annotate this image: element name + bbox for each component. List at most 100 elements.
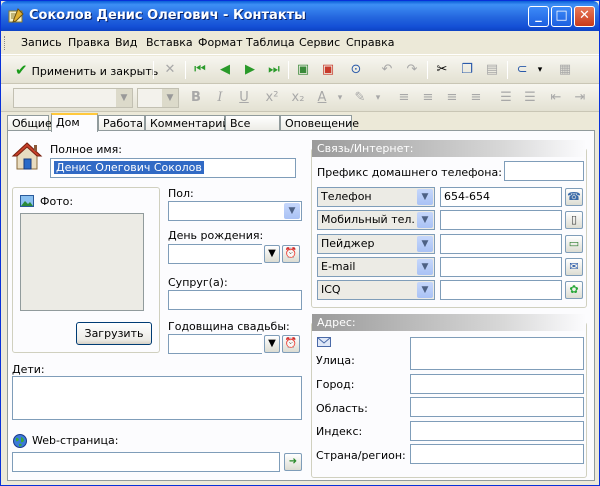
title-bar[interactable]: Соколов Денис Олегович - Контакты _ □ ✕ (1, 1, 599, 31)
menu-item-help[interactable]: Справка (346, 36, 394, 49)
email-field[interactable] (440, 257, 562, 277)
toolbar-separator (153, 61, 154, 79)
alarm-clock-icon: ⏰ (284, 248, 298, 259)
country-field[interactable] (410, 444, 584, 464)
picture-icon (20, 195, 34, 207)
highlight-icon[interactable]: ✎ (351, 89, 369, 107)
subscript-icon[interactable]: x₂ (289, 89, 307, 107)
comm-type-select-3[interactable]: Пейджер ▼ (317, 234, 435, 254)
last-record-icon[interactable]: ⏭ (265, 61, 283, 79)
align-right-icon[interactable]: ≡ (443, 89, 461, 107)
cut-icon[interactable]: ✂ (433, 61, 451, 79)
birthday-dropdown-button[interactable]: ▼ (264, 245, 280, 263)
undo-icon[interactable]: ↶ (378, 61, 396, 79)
decrease-indent-icon[interactable]: ⇤ (547, 89, 565, 107)
align-left-icon[interactable]: ≡ (395, 89, 413, 107)
street-field[interactable] (410, 337, 584, 370)
paste-icon[interactable]: ▤ (483, 61, 501, 79)
align-center-icon[interactable]: ≡ (419, 89, 437, 107)
load-photo-button[interactable]: Загрузить (76, 322, 152, 345)
chevron-down-icon[interactable]: ▾ (369, 89, 387, 107)
spouse-field[interactable] (168, 290, 302, 310)
menu-item-edit[interactable]: Правка (68, 36, 110, 49)
open-webpage-button[interactable]: ➜ (284, 453, 302, 471)
gender-select[interactable]: ▼ (168, 201, 302, 221)
bullet-list-icon[interactable]: ☰ (497, 89, 515, 107)
font-color-icon[interactable]: A (313, 89, 331, 107)
chevron-down-icon[interactable]: ▾ (331, 89, 349, 107)
webpage-field[interactable] (12, 452, 280, 472)
increase-indent-icon[interactable]: ⇥ (571, 89, 589, 107)
full-name-label: Полное имя: (50, 143, 122, 156)
delete-icon[interactable]: ✕ (161, 61, 179, 79)
menu-item-format[interactable]: Формат (198, 36, 243, 49)
menu-item-insert[interactable]: Вставка (146, 36, 193, 49)
menu-item-table[interactable]: Таблица (246, 36, 295, 49)
phone-icon[interactable]: ☎ (565, 188, 583, 206)
superscript-icon[interactable]: x² (263, 89, 281, 107)
chevron-down-icon: ▼ (284, 203, 300, 219)
envelope-icon[interactable]: ✉ (565, 258, 583, 276)
tab-work[interactable]: Работа (98, 115, 145, 131)
anniversary-field[interactable] (168, 334, 262, 354)
birthday-reminder-button[interactable]: ⏰ (282, 245, 300, 263)
menu-item-record[interactable]: Запись (21, 36, 62, 49)
attach-dropdown-icon[interactable]: ▾ (531, 61, 549, 79)
italic-icon[interactable]: I (211, 89, 229, 107)
comm-type-label: E-mail (321, 260, 356, 273)
chevron-down-icon: ▼ (268, 248, 276, 259)
font-size-combo[interactable]: ▼ (137, 88, 179, 108)
full-name-value: Денис Олегович Соколов (54, 161, 204, 174)
tab-home[interactable]: Дом (51, 113, 98, 132)
previous-record-icon[interactable]: ◀ (216, 61, 234, 79)
phone-prefix-field[interactable] (504, 161, 584, 181)
city-field[interactable] (410, 374, 584, 394)
comm-type-select-5[interactable]: ICQ ▼ (317, 280, 435, 300)
icq-field[interactable] (440, 280, 562, 300)
comm-type-label: Телефон (321, 190, 372, 203)
properties-icon[interactable]: ⊙ (347, 61, 365, 79)
font-name-combo[interactable]: ▼ (13, 88, 133, 108)
first-record-icon[interactable]: ⏮ (191, 61, 209, 79)
copy-icon[interactable]: ❐ (458, 61, 476, 79)
menu-item-tools[interactable]: Сервис (299, 36, 340, 49)
comm-type-select-2[interactable]: Мобильный тел. ▼ (317, 210, 435, 230)
comm-type-select-1[interactable]: Телефон ▼ (317, 187, 435, 207)
redo-icon[interactable]: ↷ (403, 61, 421, 79)
minimize-button[interactable]: _ (528, 6, 549, 27)
children-field[interactable] (12, 376, 302, 420)
contact-card-icon (8, 8, 24, 23)
apply-and-close-button[interactable]: ✔ Применить и закрыть (15, 61, 158, 79)
icq-flower-icon[interactable]: ✿ (565, 281, 583, 299)
toolbar-separator (288, 61, 289, 79)
pager-icon[interactable]: ▭ (565, 235, 583, 253)
comm-type-select-4[interactable]: E-mail ▼ (317, 257, 435, 277)
full-name-field[interactable]: Денис Олегович Соколов (50, 158, 296, 178)
delete-record-icon[interactable]: ▣ (319, 61, 337, 79)
bold-icon[interactable]: B (187, 89, 205, 107)
pager-field[interactable] (440, 234, 562, 254)
maximize-button[interactable]: □ (551, 6, 572, 27)
underline-icon[interactable]: U (235, 89, 253, 107)
tab-general[interactable]: Общие (7, 115, 52, 131)
close-button[interactable]: ✕ (574, 6, 595, 27)
anniversary-dropdown-button[interactable]: ▼ (264, 335, 280, 353)
attach-icon[interactable]: ⊂ (513, 61, 531, 79)
mobile-phone-field[interactable] (440, 210, 562, 230)
photo-box[interactable] (20, 213, 144, 311)
table-icon[interactable]: ▦ (556, 61, 574, 79)
zip-field[interactable] (410, 421, 584, 441)
menu-item-view[interactable]: Вид (115, 36, 137, 49)
next-record-icon[interactable]: ▶ (241, 61, 259, 79)
tab-all-fields[interactable]: Все поля (225, 115, 280, 143)
new-record-icon[interactable]: ▣ (294, 61, 312, 79)
phone-field[interactable]: 654-654 (440, 187, 562, 207)
birthday-field[interactable] (168, 244, 262, 264)
justify-icon[interactable]: ≡ (467, 89, 485, 107)
mobile-phone-icon[interactable]: ▯ (565, 211, 583, 229)
tab-comment[interactable]: Комментарий (145, 115, 230, 131)
numbered-list-icon[interactable]: ☰ (521, 89, 539, 107)
region-field[interactable] (410, 397, 584, 417)
anniversary-reminder-button[interactable]: ⏰ (282, 335, 300, 353)
tab-notification[interactable]: Оповещение (280, 115, 359, 131)
